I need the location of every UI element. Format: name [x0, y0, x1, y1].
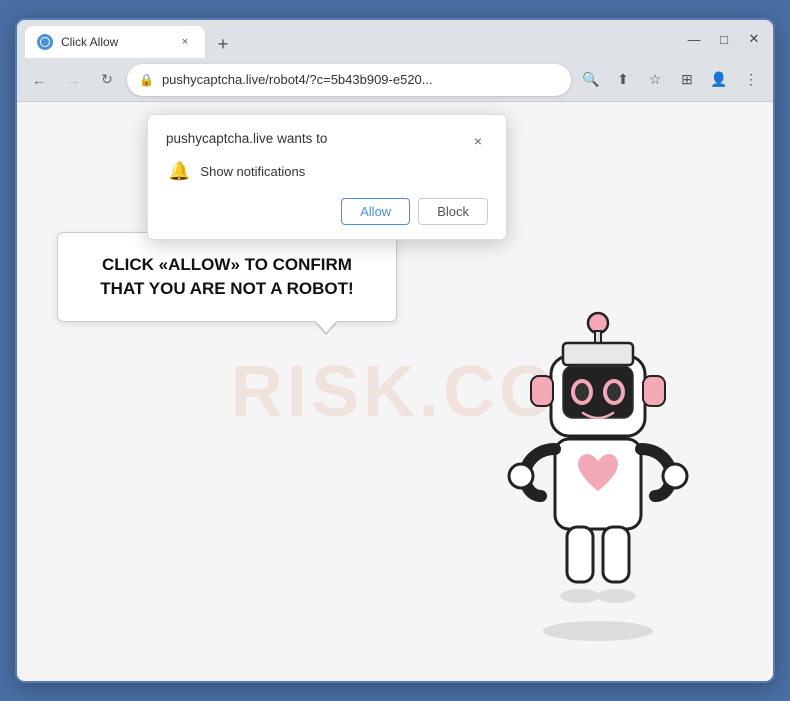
tab-title: Click Allow	[61, 35, 169, 49]
window-controls: — □ ✕	[683, 28, 765, 50]
block-button[interactable]: Block	[418, 198, 488, 225]
popup-title: pushycaptcha.live wants to	[166, 131, 327, 146]
address-bar[interactable]: 🔒 pushycaptcha.live/robot4/?c=5b43b909-e…	[127, 64, 571, 96]
speech-text: CLICK «ALLOW» TO CONFIRM THAT YOU ARE NO…	[86, 253, 368, 301]
content-area: RISK.CO CLICK «ALLOW» TO CONFIRM THAT YO…	[17, 102, 773, 681]
popup-close-btn[interactable]: ×	[468, 131, 488, 151]
notification-label: Show notifications	[200, 164, 305, 179]
active-tab[interactable]: Click Allow ×	[25, 26, 205, 58]
bookmark-icon-btn[interactable]: ☆	[641, 66, 669, 94]
tab-area: Click Allow × +	[25, 20, 675, 58]
tab-close-btn[interactable]: ×	[177, 34, 193, 50]
back-button[interactable]: ←	[25, 66, 53, 94]
notification-popup: pushycaptcha.live wants to × 🔔 Show noti…	[147, 114, 507, 240]
allow-button[interactable]: Allow	[341, 198, 410, 225]
search-icon-btn[interactable]: 🔍	[577, 66, 605, 94]
nav-icons: 🔍 ⬆ ☆ ⊞ 👤 ⋮	[577, 66, 765, 94]
browser-window: Click Allow × + — □ ✕ ← → ↻ 🔒 pushycaptc…	[15, 18, 775, 683]
forward-button[interactable]: →	[59, 66, 87, 94]
page-background: RISK.CO CLICK «ALLOW» TO CONFIRM THAT YO…	[17, 102, 773, 681]
title-bar: Click Allow × + — □ ✕	[17, 20, 773, 58]
profile-icon-btn[interactable]: 👤	[705, 66, 733, 94]
popup-header: pushycaptcha.live wants to ×	[166, 131, 488, 151]
new-tab-button[interactable]: +	[209, 30, 237, 58]
bell-icon: 🔔	[168, 161, 190, 182]
speech-bubble: CLICK «ALLOW» TO CONFIRM THAT YOU ARE NO…	[57, 232, 397, 322]
lock-icon: 🔒	[139, 73, 154, 87]
notification-row: 🔔 Show notifications	[168, 161, 488, 182]
tab-favicon	[37, 34, 53, 50]
popup-actions: Allow Block	[166, 198, 488, 225]
robot-svg	[483, 301, 713, 661]
share-icon-btn[interactable]: ⬆	[609, 66, 637, 94]
refresh-button[interactable]: ↻	[93, 66, 121, 94]
minimize-button[interactable]: —	[683, 28, 705, 50]
menu-icon-btn[interactable]: ⋮	[737, 66, 765, 94]
close-button[interactable]: ✕	[743, 28, 765, 50]
maximize-button[interactable]: □	[713, 28, 735, 50]
robot-illustration	[483, 301, 713, 661]
nav-bar: ← → ↻ 🔒 pushycaptcha.live/robot4/?c=5b43…	[17, 58, 773, 102]
extensions-icon-btn[interactable]: ⊞	[673, 66, 701, 94]
url-text: pushycaptcha.live/robot4/?c=5b43b909-e52…	[162, 72, 559, 87]
